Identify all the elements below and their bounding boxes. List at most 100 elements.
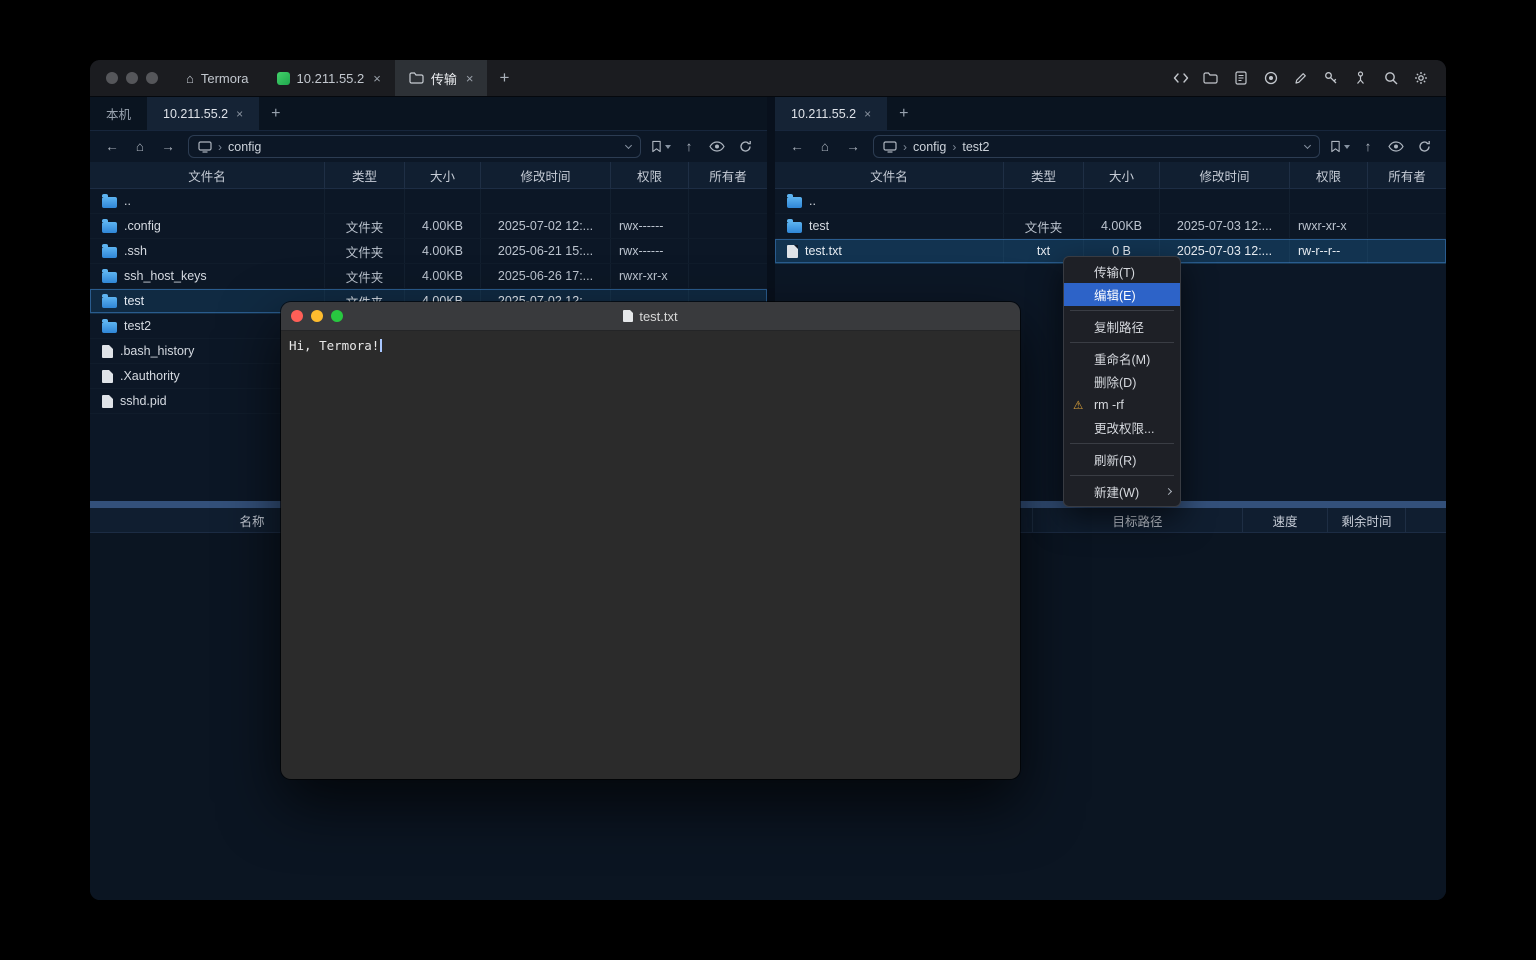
column-header-mtime[interactable]: 修改时间 xyxy=(1160,162,1290,188)
file-row[interactable]: .config 文件夹 4.00KB 2025-07-02 12:... rwx… xyxy=(90,214,767,239)
tab-remote-session[interactable]: 10.211.55.2 × xyxy=(147,97,259,130)
code-icon[interactable] xyxy=(1167,65,1194,92)
left-panel-toolbar: ← ⌂ → › config ↑ xyxy=(90,131,767,162)
column-header-eta[interactable]: 剩余时间 xyxy=(1327,508,1405,532)
menu-item-rm-rf[interactable]: ⚠ rm -rf xyxy=(1064,393,1180,416)
menu-item-change-permissions[interactable]: 更改权限... xyxy=(1064,416,1180,439)
path-breadcrumb[interactable]: › config › test2 xyxy=(873,135,1320,158)
file-row[interactable]: test 文件夹 4.00KB 2025-07-03 12:... rwxr-x… xyxy=(775,214,1446,239)
column-header-perm[interactable]: 权限 xyxy=(1290,162,1368,188)
home-button[interactable]: ⌂ xyxy=(813,135,837,159)
close-icon[interactable]: × xyxy=(864,107,871,121)
back-button[interactable]: ← xyxy=(785,135,809,159)
tab-ssh-session[interactable]: 10.211.55.2 × xyxy=(263,60,395,96)
column-header-owner[interactable]: 所有者 xyxy=(1368,162,1446,188)
column-header-speed[interactable]: 速度 xyxy=(1242,508,1327,532)
minimize-window-button[interactable] xyxy=(311,310,323,322)
file-row[interactable]: .ssh 文件夹 4.00KB 2025-06-21 15:... rwx---… xyxy=(90,239,767,264)
refresh-icon[interactable] xyxy=(733,135,757,159)
close-icon[interactable]: × xyxy=(373,71,381,86)
chevron-down-icon[interactable] xyxy=(625,141,632,148)
menu-item-copy-path[interactable]: 复制路径 xyxy=(1064,315,1180,338)
folder-icon xyxy=(787,222,802,233)
warning-icon: ⚠ xyxy=(1073,398,1083,412)
menu-item-transfer[interactable]: 传输(T) xyxy=(1064,260,1180,283)
show-hidden-eye-icon[interactable] xyxy=(705,135,729,159)
add-panel-tab-button[interactable]: + xyxy=(259,97,292,130)
file-row[interactable]: ssh_host_keys 文件夹 4.00KB 2025-06-26 17:.… xyxy=(90,264,767,289)
search-icon[interactable] xyxy=(1377,65,1404,92)
settings-gear-icon[interactable] xyxy=(1407,65,1434,92)
pencil-icon[interactable] xyxy=(1287,65,1314,92)
column-header-size[interactable]: 大小 xyxy=(405,162,481,188)
editor-title: test.txt xyxy=(281,309,1020,324)
column-header-perm[interactable]: 权限 xyxy=(611,162,689,188)
column-header-type[interactable]: 类型 xyxy=(1004,162,1084,188)
computer-icon xyxy=(198,141,212,153)
breadcrumb-separator: › xyxy=(218,140,222,154)
home-button[interactable]: ⌂ xyxy=(128,135,152,159)
menu-item-refresh[interactable]: 刷新(R) xyxy=(1064,448,1180,471)
menu-item-new[interactable]: 新建(W) xyxy=(1064,480,1180,503)
file-name: .. xyxy=(124,194,131,208)
file-icon xyxy=(102,370,113,383)
editor-titlebar[interactable]: test.txt xyxy=(281,302,1020,331)
new-tab-button[interactable]: + xyxy=(487,60,521,96)
column-header-type[interactable]: 类型 xyxy=(325,162,405,188)
add-panel-tab-button[interactable]: + xyxy=(887,97,920,130)
folder-icon xyxy=(409,72,424,84)
file-row[interactable]: .. xyxy=(90,189,767,214)
tab-local[interactable]: 本机 xyxy=(90,97,147,130)
column-header-target-path[interactable]: 目标路径 xyxy=(1032,508,1242,532)
breadcrumb-segment[interactable]: config xyxy=(913,140,946,154)
file-name: .ssh xyxy=(124,244,147,258)
editor-content[interactable]: Hi, Termora! xyxy=(281,331,1020,779)
close-window-button[interactable] xyxy=(106,72,118,84)
branch-icon[interactable] xyxy=(1347,65,1374,92)
tab-remote-session[interactable]: 10.211.55.2 × xyxy=(775,97,887,130)
tab-termora-home[interactable]: ⌂ Termora xyxy=(172,60,263,96)
close-icon[interactable]: × xyxy=(236,107,243,121)
record-icon[interactable] xyxy=(1257,65,1284,92)
column-header-name[interactable]: 文件名 xyxy=(775,162,1004,188)
show-hidden-eye-icon[interactable] xyxy=(1384,135,1408,159)
file-icon xyxy=(102,345,113,358)
breadcrumb-segment[interactable]: test2 xyxy=(962,140,989,154)
report-icon[interactable] xyxy=(1227,65,1254,92)
zoom-window-button[interactable] xyxy=(146,72,158,84)
refresh-icon[interactable] xyxy=(1412,135,1436,159)
back-button[interactable]: ← xyxy=(100,135,124,159)
titlebar-actions xyxy=(1167,60,1446,96)
minimize-window-button[interactable] xyxy=(126,72,138,84)
column-header-name[interactable]: 文件名 xyxy=(90,162,325,188)
close-window-button[interactable] xyxy=(291,310,303,322)
parent-directory-button[interactable]: ↑ xyxy=(1356,135,1380,159)
folder-icon[interactable] xyxy=(1197,65,1224,92)
forward-button[interactable]: → xyxy=(156,135,180,159)
zoom-window-button[interactable] xyxy=(331,310,343,322)
path-breadcrumb[interactable]: › config xyxy=(188,135,641,158)
bookmark-dropdown-caret xyxy=(665,145,671,149)
menu-item-delete[interactable]: 删除(D) xyxy=(1064,370,1180,393)
chevron-down-icon[interactable] xyxy=(1304,141,1311,148)
bookmark-button[interactable] xyxy=(649,135,673,159)
tab-transfer[interactable]: 传输 × xyxy=(395,60,488,96)
parent-directory-button[interactable]: ↑ xyxy=(677,135,701,159)
breadcrumb-segment[interactable]: config xyxy=(228,140,261,154)
column-header-mtime[interactable]: 修改时间 xyxy=(481,162,611,188)
file-row[interactable]: .. xyxy=(775,189,1446,214)
menu-item-edit[interactable]: 编辑(E) xyxy=(1064,283,1180,306)
folder-icon xyxy=(102,197,117,208)
right-panel-toolbar: ← ⌂ → › config › test2 xyxy=(775,131,1446,162)
bookmark-button[interactable] xyxy=(1328,135,1352,159)
ssh-host-icon xyxy=(277,72,290,85)
column-header-size[interactable]: 大小 xyxy=(1084,162,1160,188)
forward-button[interactable]: → xyxy=(841,135,865,159)
close-icon[interactable]: × xyxy=(466,71,474,86)
menu-item-rename[interactable]: 重命名(M) xyxy=(1064,347,1180,370)
computer-icon xyxy=(883,141,897,153)
menu-separator xyxy=(1070,310,1174,311)
column-header-owner[interactable]: 所有者 xyxy=(689,162,767,188)
menu-item-label: rm -rf xyxy=(1094,398,1124,412)
key-icon[interactable] xyxy=(1317,65,1344,92)
